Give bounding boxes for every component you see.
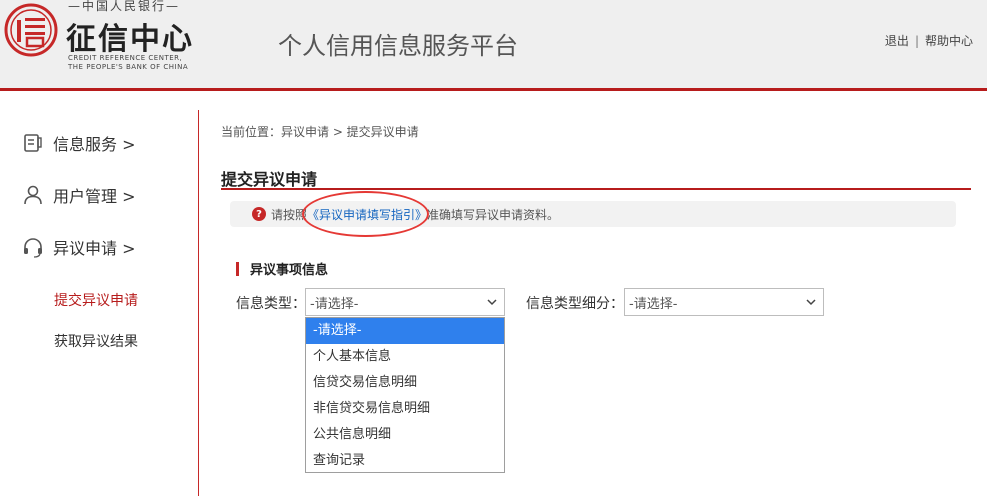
header-divider xyxy=(0,88,987,91)
logo-main-text: 征信中心 xyxy=(66,22,194,57)
dropdown-option[interactable]: 非信贷交易信息明细 xyxy=(306,396,504,422)
sidebar-item-info-service[interactable]: 信息服务 > xyxy=(22,131,136,155)
sidebar-divider xyxy=(198,110,199,496)
logo-english-line1: CREDIT REFERENCE CENTER, xyxy=(68,54,183,62)
sidebar-item-objection[interactable]: 异议申请 > xyxy=(22,235,136,259)
info-type-select[interactable]: -请选择- xyxy=(305,288,505,316)
logo-english-line2: THE PEOPLE'S BANK OF CHINA xyxy=(68,63,189,71)
logout-link[interactable]: 退出 xyxy=(885,34,909,48)
sidebar-subitem-submit-objection[interactable]: 提交异议申请 xyxy=(54,290,138,310)
user-icon xyxy=(24,185,42,205)
platform-title: 个人信用信息服务平台 xyxy=(278,32,518,60)
dropdown-option[interactable]: 个人基本信息 xyxy=(306,344,504,370)
header: —中国人民银行— 征信中心 CREDIT REFERENCE CENTER, T… xyxy=(0,0,987,88)
chevron-down-icon xyxy=(487,299,497,306)
dropdown-option[interactable]: 公共信息明细 xyxy=(306,422,504,448)
section-marker xyxy=(236,261,239,276)
info-subtype-select[interactable]: -请选择- xyxy=(624,288,824,316)
info-type-select-value: -请选择- xyxy=(310,296,359,312)
chevron-down-icon xyxy=(806,299,816,306)
help-center-link[interactable]: 帮助中心 xyxy=(925,34,973,48)
link-separator: | xyxy=(914,34,919,48)
page-title: 提交异议申请 xyxy=(221,170,318,189)
sidebar-item-label: 异议申请 > xyxy=(53,239,136,258)
question-icon: ? xyxy=(252,207,266,221)
dropdown-option[interactable]: 信贷交易信息明细 xyxy=(306,370,504,396)
highlight-circle-annotation xyxy=(302,191,429,237)
info-type-dropdown-list: -请选择- 个人基本信息 信贷交易信息明细 非信贷交易信息明细 公共信息明细 查… xyxy=(305,317,505,473)
section-title: 异议事项信息 xyxy=(236,259,328,278)
breadcrumb: 当前位置：异议申请 > 提交异议申请 xyxy=(221,125,419,139)
top-links: 退出 | 帮助中心 xyxy=(885,32,973,49)
seal-logo-icon xyxy=(4,3,58,57)
info-type-label: 信息类型： xyxy=(236,296,306,312)
title-divider xyxy=(221,188,971,190)
document-icon xyxy=(24,134,42,152)
sidebar-subitem-get-result[interactable]: 获取异议结果 xyxy=(54,331,138,351)
dropdown-option[interactable]: -请选择- xyxy=(306,318,504,344)
notice-suffix: 准确填写异议申请资料。 xyxy=(427,207,560,222)
section-title-text: 异议事项信息 xyxy=(250,263,329,278)
sidebar-item-user-management[interactable]: 用户管理 > xyxy=(22,183,136,207)
sidebar-item-label: 信息服务 > xyxy=(53,135,136,154)
dropdown-option[interactable]: 查询记录 xyxy=(306,448,504,474)
info-subtype-label: 信息类型细分： xyxy=(526,296,624,312)
info-subtype-select-value: -请选择- xyxy=(629,296,678,312)
sidebar-item-label: 用户管理 > xyxy=(53,187,136,206)
logo-top-text: —中国人民银行— xyxy=(68,0,181,13)
headset-icon xyxy=(24,238,42,258)
